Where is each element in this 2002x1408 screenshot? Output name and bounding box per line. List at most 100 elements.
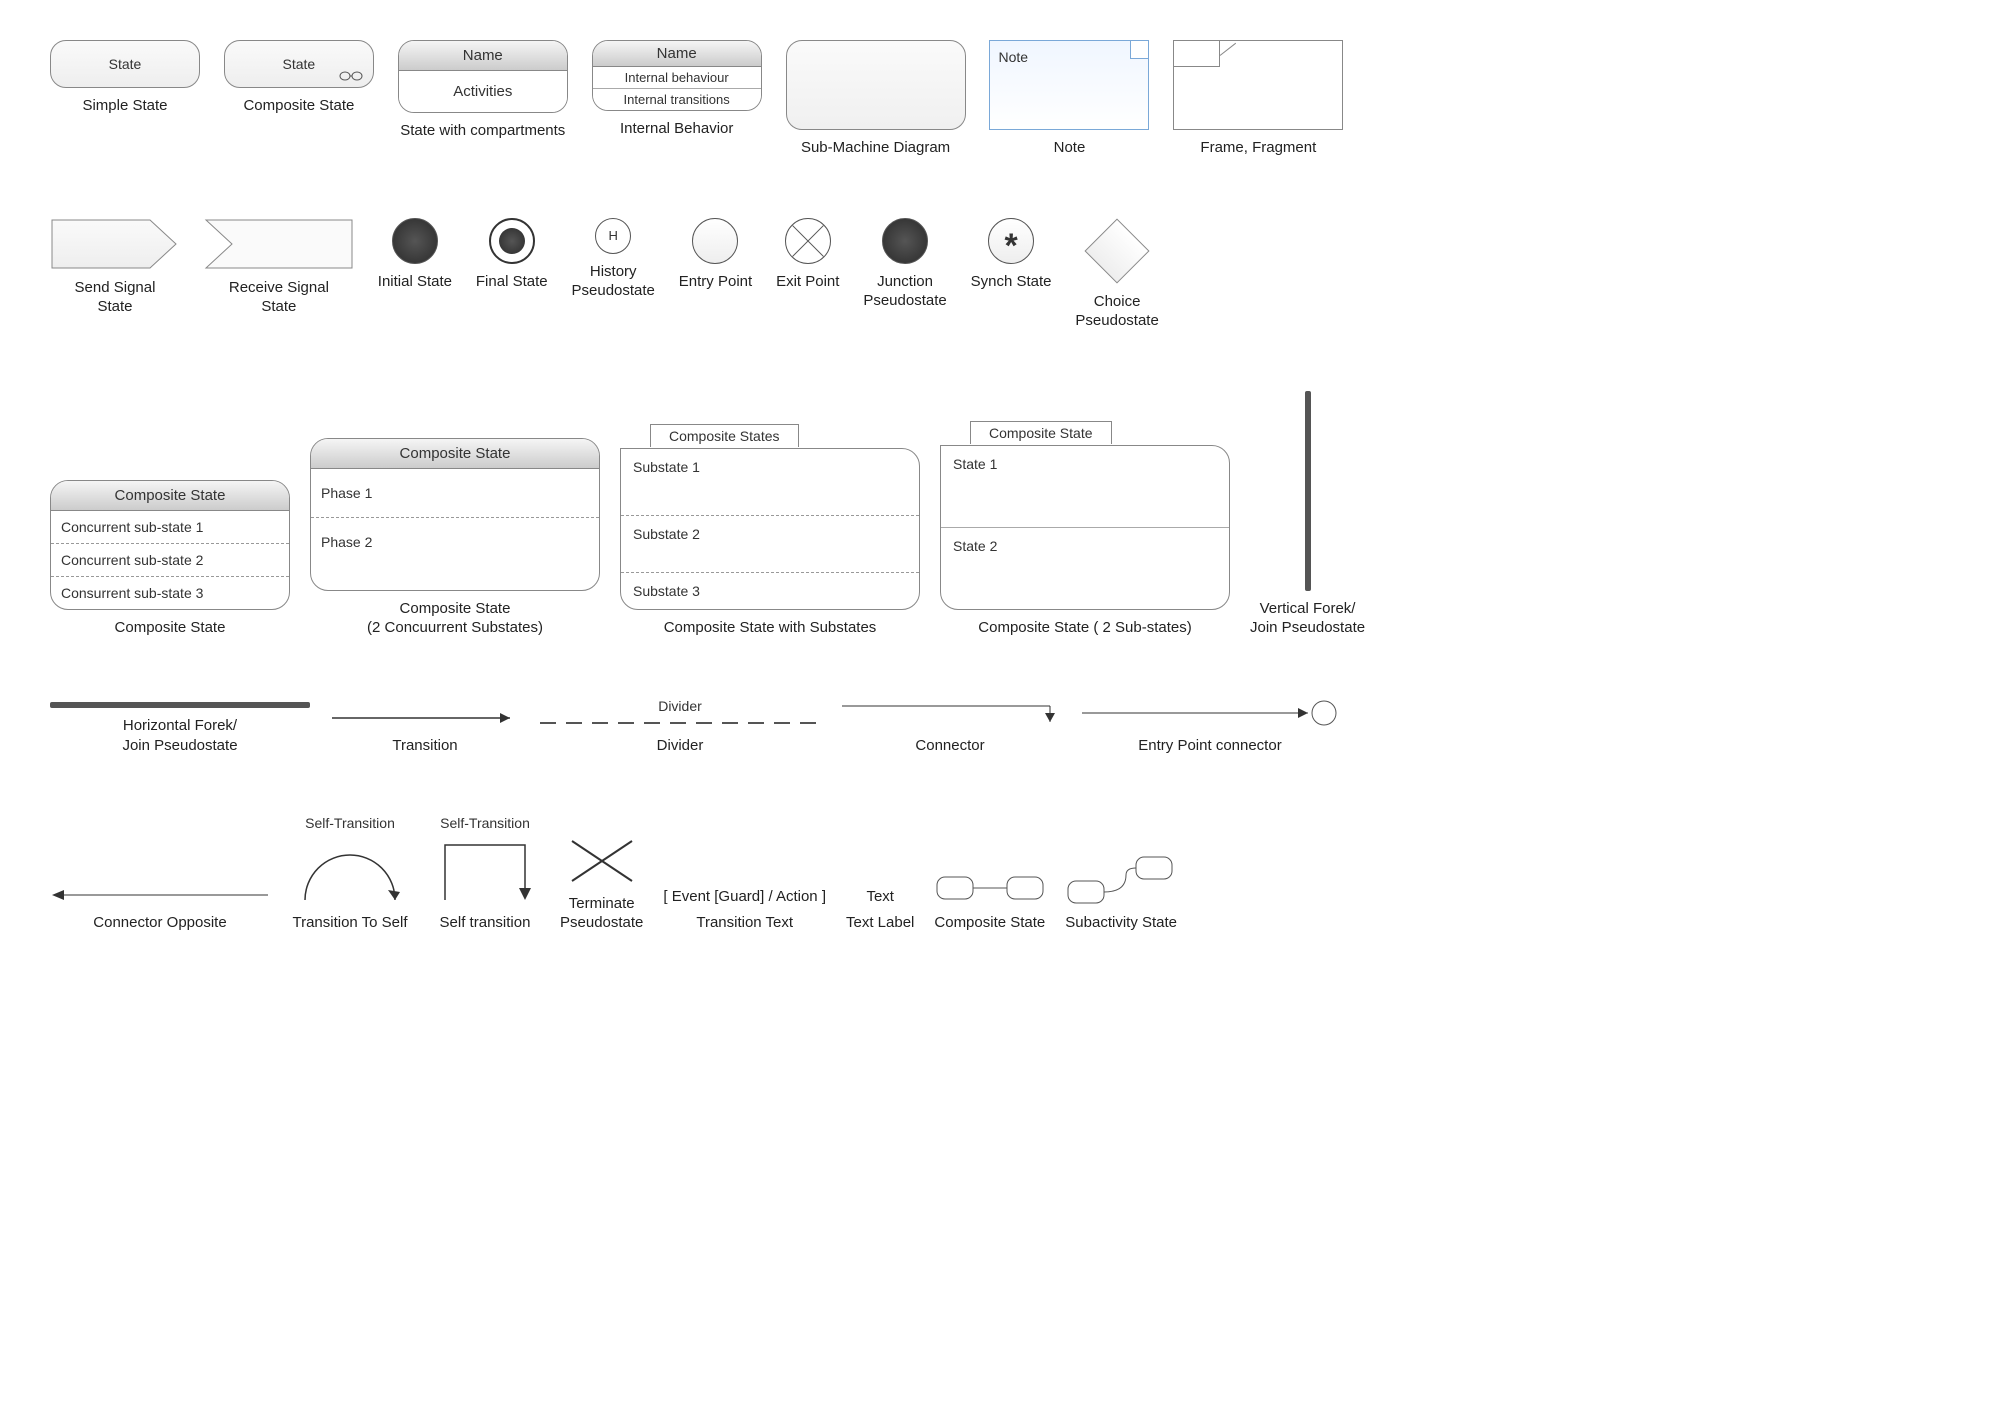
entry-point-cell: Entry Point [679, 218, 752, 292]
history-cell: H History Pseudostate [572, 218, 655, 301]
selftr-cell: Self-Transition Self transition [430, 815, 540, 933]
cs2-shape: Composite State Phase 1 Phase 2 [310, 438, 600, 591]
compstate-small-caption: Composite State [934, 913, 1045, 933]
composite-state-cell: State Composite State [224, 40, 374, 116]
connector-shape [840, 698, 1060, 728]
exit-point-cell: Exit Point [776, 218, 839, 292]
trtext-cell: [ Event [Guard] / Action ] Transition Te… [663, 888, 826, 933]
exit-point-caption: Exit Point [776, 272, 839, 292]
compstate-small-shape [935, 869, 1045, 905]
note-shape: Note [989, 40, 1149, 130]
send-signal-shape [50, 218, 180, 270]
cs2-hdr: Composite State [311, 439, 599, 469]
frame-shape [1173, 40, 1343, 130]
initial-state-shape [392, 218, 438, 264]
transition-shape [330, 708, 520, 728]
subactivity-cell: Subactivity State [1065, 855, 1177, 933]
internal-behavior-caption: Internal Behavior [620, 119, 733, 139]
cs1-s2: Concurrent sub-state 2 [51, 544, 289, 577]
cs4-cell: Composite State State 1 State 2 Composit… [940, 445, 1230, 638]
terminate-shape [567, 836, 637, 886]
connopp-caption: Connector Opposite [93, 913, 226, 933]
vfork-cell: Vertical Forek/ Join Pseudostate [1250, 391, 1365, 638]
transition-cell: Transition [330, 708, 520, 756]
composite-state-caption: Composite State [243, 96, 354, 116]
final-state-cell: Final State [476, 218, 548, 292]
selftr-label: Self-Transition [440, 815, 530, 831]
cs3-cell: Composite States Substate 1 Substate 2 S… [620, 448, 920, 638]
trtext-text: [ Event [Guard] / Action ] [663, 888, 826, 905]
cs1-s1: Concurrent sub-state 1 [51, 511, 289, 544]
frame-cut-icon [1220, 43, 1236, 56]
submachine-caption: Sub-Machine Diagram [801, 138, 950, 158]
final-state-shape [489, 218, 535, 264]
entryconn-cell: Entry Point connector [1080, 698, 1340, 756]
connopp-cell: Connector Opposite [50, 885, 270, 933]
composite-state-shape: State [224, 40, 374, 88]
synch-cell: * Synch State [971, 218, 1052, 292]
cs4-shape: Composite State State 1 State 2 [940, 445, 1230, 610]
cs1-shape: Composite State Concurrent sub-state 1 C… [50, 480, 290, 610]
internal-row2: Internal transitions [593, 89, 761, 110]
exit-point-shape [785, 218, 831, 264]
cs4-s1: State 1 [941, 446, 1229, 528]
submachine-shape [786, 40, 966, 130]
trself-caption: Transition To Self [292, 913, 407, 933]
textlabel-text: Text [866, 888, 894, 905]
hfork-caption: Horizontal Forek/ Join Pseudostate [122, 716, 237, 755]
row-1: State Simple State State Composite State… [40, 40, 1962, 198]
divider-label: Divider [658, 698, 702, 714]
cs2-caption: Composite State (2 Concuurrent Substates… [367, 599, 543, 638]
note-caption: Note [1054, 138, 1086, 158]
final-state-caption: Final State [476, 272, 548, 292]
receive-signal-shape [204, 218, 354, 270]
connector-cell: Connector [840, 698, 1060, 756]
choice-caption: Choice Pseudostate [1075, 292, 1158, 331]
frame-tab-icon [1174, 41, 1220, 67]
junction-caption: Junction Pseudostate [863, 272, 946, 311]
divider-caption: Divider [657, 736, 704, 756]
vfork-caption: Vertical Forek/ Join Pseudostate [1250, 599, 1365, 638]
compartments-activities: Activities [399, 71, 567, 112]
send-signal-caption: Send Signal State [75, 278, 156, 317]
note-fold-icon [1130, 41, 1148, 59]
submachine-cell: Sub-Machine Diagram [786, 40, 966, 158]
entryconn-shape [1080, 698, 1340, 728]
simple-state-caption: Simple State [82, 96, 167, 116]
synch-shape: * [988, 218, 1034, 264]
internal-behavior-shape: Name Internal behaviour Internal transit… [592, 40, 762, 111]
synch-star: * [1004, 229, 1017, 263]
connopp-shape [50, 885, 270, 905]
entry-point-caption: Entry Point [679, 272, 752, 292]
cs4-caption: Composite State ( 2 Sub-states) [978, 618, 1191, 638]
transition-caption: Transition [392, 736, 457, 756]
cs3-s2: Substate 2 [621, 516, 919, 573]
receive-signal-cell: Receive Signal State [204, 218, 354, 317]
note-cell: Note Note [989, 40, 1149, 158]
compstate-small-cell: Composite State [934, 869, 1045, 933]
trself-shape [290, 835, 410, 905]
compartments-caption: State with compartments [400, 121, 565, 141]
final-state-inner [499, 228, 525, 254]
cs3-s1: Substate 1 [621, 449, 919, 516]
junction-cell: Junction Pseudostate [863, 218, 946, 311]
send-signal-cell: Send Signal State [50, 218, 180, 317]
trself-label: Self-Transition [305, 815, 395, 831]
simple-state-cell: State Simple State [50, 40, 200, 116]
simple-state-label: State [109, 56, 142, 72]
cs1-cell: Composite State Concurrent sub-state 1 C… [50, 480, 290, 638]
entry-point-shape [692, 218, 738, 264]
cs3-caption: Composite State with Substates [664, 618, 877, 638]
cs1-s3: Consurrent sub-state 3 [51, 577, 289, 609]
cs3-shape: Composite States Substate 1 Substate 2 S… [620, 448, 920, 610]
history-caption: History Pseudostate [572, 262, 655, 301]
junction-shape [882, 218, 928, 264]
frame-cell: Frame, Fragment [1173, 40, 1343, 158]
synch-caption: Synch State [971, 272, 1052, 292]
initial-state-caption: Initial State [378, 272, 452, 292]
compartments-shape: Name Activities [398, 40, 568, 113]
chain-icon [339, 71, 363, 81]
choice-cell: Choice Pseudostate [1075, 218, 1158, 331]
compartments-name: Name [399, 41, 567, 71]
selftr-caption: Self transition [440, 913, 531, 933]
